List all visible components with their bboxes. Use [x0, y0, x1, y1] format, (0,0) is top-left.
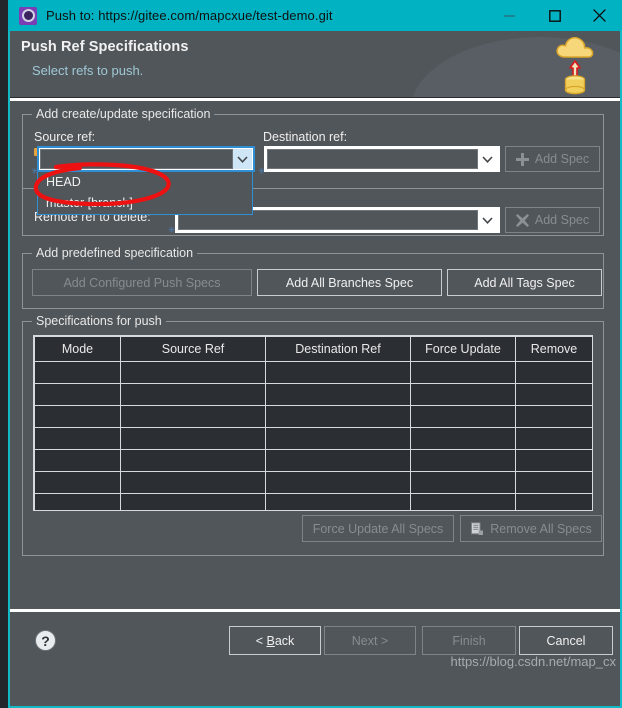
next-button[interactable]: Next >	[324, 626, 416, 655]
finish-button-label: Finish	[452, 633, 486, 648]
specifications-table[interactable]: Mode Source Ref Destination Ref Force Up…	[33, 335, 593, 511]
table-row[interactable]	[34, 361, 592, 384]
next-button-label: Next >	[351, 633, 389, 648]
table-body	[34, 361, 592, 510]
back-button[interactable]: < Back	[229, 626, 321, 655]
group-legend-specs: Specifications for push	[32, 314, 166, 328]
app-gear-icon	[19, 6, 37, 25]
add-configured-push-specs-label: Add Configured Push Specs	[63, 275, 221, 290]
column-header-force-update[interactable]: Force Update	[410, 336, 516, 362]
group-legend-create-update: Add create/update specification	[32, 107, 215, 121]
source-ref-input[interactable]	[40, 149, 233, 169]
add-all-branches-spec-button[interactable]: Add All Branches Spec	[257, 269, 442, 296]
column-header-remove[interactable]: Remove	[515, 336, 592, 362]
wizard-button-bar: ? < Back Next > Finish Cancel https://bl…	[10, 612, 620, 670]
group-legend-predefined: Add predefined specification	[32, 246, 198, 260]
finish-button[interactable]: Finish	[422, 626, 516, 655]
dropdown-option-head[interactable]: HEAD	[38, 172, 252, 193]
source-ref-dropdown-list[interactable]: HEAD master [branch]	[37, 171, 253, 215]
back-button-label: < Back	[255, 633, 295, 648]
cloud-upload-icon	[546, 31, 608, 97]
table-header-row: Mode Source Ref Destination Ref Force Up…	[34, 336, 592, 362]
close-icon[interactable]	[577, 0, 622, 31]
destination-ref-input[interactable]	[267, 149, 478, 169]
source-ref-label: Source ref:	[34, 130, 96, 144]
window-title: Push to: https://gitee.com/mapcxue/test-…	[46, 8, 333, 23]
add-all-tags-spec-button[interactable]: Add All Tags Spec	[447, 269, 602, 296]
cancel-button-label: Cancel	[546, 633, 586, 648]
source-ref-combo[interactable]	[37, 146, 255, 172]
destination-ref-combo[interactable]	[264, 146, 500, 172]
add-spec-button[interactable]: Add Spec	[505, 146, 600, 172]
dialog-frame: Push Ref Specifications Select refs to p…	[8, 31, 622, 708]
document-remove-icon	[470, 521, 484, 536]
minimize-icon[interactable]	[487, 0, 532, 31]
wizard-banner: Push Ref Specifications Select refs to p…	[10, 31, 620, 97]
force-update-all-specs-label: Force Update All Specs	[312, 521, 444, 536]
page-title: Push Ref Specifications	[21, 39, 189, 55]
page-subtitle: Select refs to push.	[32, 63, 144, 78]
add-spec-button-label: Add Spec	[534, 152, 590, 166]
wizard-page-content: Add create/update specification Source r…	[10, 101, 620, 609]
help-icon[interactable]: ?	[35, 630, 56, 651]
table-row[interactable]	[34, 493, 592, 510]
table-row[interactable]	[34, 449, 592, 472]
maximize-icon[interactable]	[532, 0, 577, 31]
window-controls	[487, 0, 622, 31]
column-header-mode[interactable]: Mode	[34, 336, 121, 362]
chevron-down-icon[interactable]	[478, 149, 497, 169]
table-row[interactable]	[34, 427, 592, 450]
delete-add-spec-button[interactable]: Add Spec	[505, 207, 600, 233]
force-update-all-specs-button[interactable]: Force Update All Specs	[302, 515, 454, 542]
plus-icon	[515, 152, 529, 166]
dropdown-option-master-branch[interactable]: master [branch]	[38, 193, 252, 214]
add-all-tags-spec-label: Add All Tags Spec	[474, 275, 575, 290]
table-row[interactable]	[34, 405, 592, 428]
column-header-source-ref[interactable]: Source Ref	[120, 336, 266, 362]
watermark-text: https://blog.csdn.net/map_cx	[450, 654, 616, 669]
table-row[interactable]	[34, 471, 592, 494]
chevron-down-icon[interactable]	[478, 210, 497, 230]
column-header-destination-ref[interactable]: Destination Ref	[265, 336, 411, 362]
add-all-branches-spec-label: Add All Branches Spec	[285, 275, 414, 290]
cancel-button[interactable]: Cancel	[519, 626, 613, 655]
remove-all-specs-button[interactable]: Remove All Specs	[460, 515, 602, 542]
chevron-down-icon[interactable]	[233, 149, 252, 169]
delete-add-spec-button-label: Add Spec	[534, 213, 590, 227]
remove-all-specs-label: Remove All Specs	[490, 521, 592, 536]
table-row[interactable]	[34, 383, 592, 406]
add-configured-push-specs-button[interactable]: Add Configured Push Specs	[32, 269, 252, 296]
cross-icon	[515, 213, 529, 227]
destination-ref-label: Destination ref:	[263, 130, 348, 144]
push-ref-specifications-dialog: Push to: https://gitee.com/mapcxue/test-…	[0, 0, 622, 708]
window-titlebar: Push to: https://gitee.com/mapcxue/test-…	[8, 0, 622, 31]
